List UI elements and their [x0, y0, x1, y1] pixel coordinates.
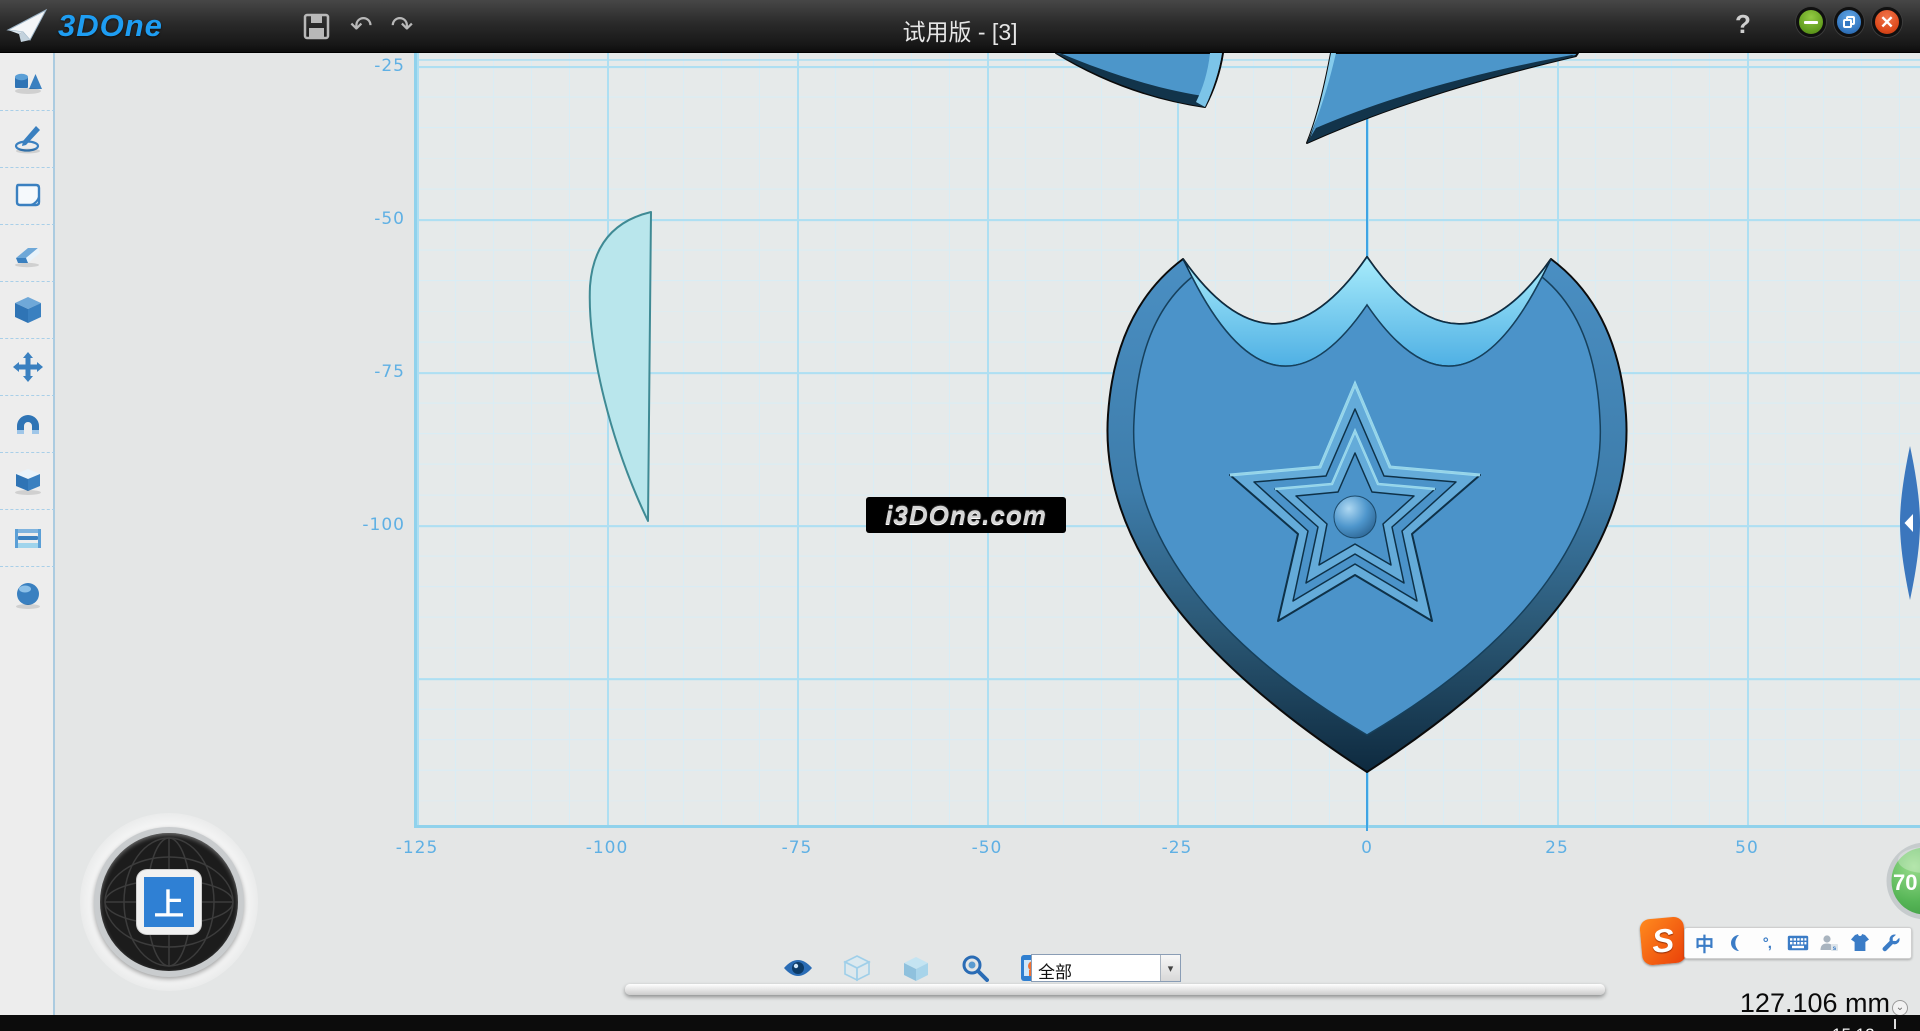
x-axis-label: -75	[757, 838, 837, 858]
close-button[interactable]: ✕	[1872, 7, 1902, 37]
title-bar: 3DOne ↶ ↷ 试用版 - [3] ? ✕	[0, 0, 1920, 53]
ime-punctuation-button[interactable]: °,	[1754, 930, 1780, 956]
x-axis-label: -50	[947, 838, 1027, 858]
surface-sheet-icon	[12, 180, 44, 212]
y-axis-label: -100	[330, 515, 405, 535]
chevron-down-icon[interactable]: ▾	[1160, 955, 1180, 981]
shirt-icon	[1850, 933, 1870, 953]
ime-toolbar: 中 °,	[1684, 927, 1912, 959]
visibility-button[interactable]	[782, 952, 814, 984]
show-desktop-divider[interactable]	[1894, 1019, 1896, 1029]
restore-button[interactable]	[1834, 7, 1864, 37]
window-title: 试用版 - [3]	[810, 13, 1110, 47]
ime-settings-button[interactable]	[1878, 930, 1904, 956]
sidebar-item-feature[interactable]	[0, 281, 55, 338]
ime-fullhalf-moon-button[interactable]	[1723, 930, 1749, 956]
help-button[interactable]: ?	[1735, 9, 1751, 40]
cube-icon	[12, 294, 44, 326]
sidebar-item-sketch[interactable]	[0, 110, 55, 167]
user-icon: s	[1819, 933, 1839, 953]
sidebar-item-basic-solids[interactable]	[0, 53, 55, 110]
tool-sidebar	[0, 53, 55, 1015]
redo-button[interactable]: ↷	[391, 13, 414, 40]
display-dock-bar	[625, 984, 1605, 995]
y-axis-label: -50	[330, 209, 405, 229]
app-name: 3DOne	[58, 8, 163, 44]
display-filter-select[interactable]: 全部 ▾	[1031, 954, 1181, 982]
sidebar-item-move[interactable]	[0, 338, 55, 395]
sidebar-item-assembly[interactable]	[0, 395, 55, 452]
wrench-icon	[1881, 933, 1901, 953]
svg-text:70: 70	[1893, 870, 1917, 895]
sidebar-item-align[interactable]	[0, 509, 55, 566]
sketch-pencil-icon	[12, 123, 44, 155]
basic-solids-icon	[12, 66, 44, 98]
ime-keyboard-button[interactable]	[1785, 930, 1811, 956]
wireframe-cube-icon	[843, 954, 871, 982]
y-axis-label: -25	[330, 56, 405, 76]
shaded-view-button[interactable]	[900, 952, 932, 984]
restore-icon	[1843, 16, 1856, 29]
ime-language-mode-button[interactable]: 中	[1692, 930, 1718, 956]
x-axis-label: -100	[567, 838, 647, 858]
3done-app-window: -25 -50 -75 -100 -125 -100 -75 -50 -25 0…	[0, 0, 1920, 1031]
sogou-s-icon: S	[1650, 921, 1675, 961]
taskbar-clock: 15:12	[1832, 1025, 1875, 1031]
y-axis-label: -75	[330, 362, 405, 382]
sidebar-item-surface[interactable]	[0, 167, 55, 224]
zoom-tool-button[interactable]	[959, 952, 991, 984]
x-axis-label: 25	[1517, 838, 1597, 858]
ime-skin-button[interactable]	[1847, 930, 1873, 956]
sidebar-item-sketch-edit[interactable]	[0, 224, 55, 281]
view-cube[interactable]: 上	[94, 827, 244, 977]
eraser-icon	[12, 237, 44, 269]
x-axis-label: -25	[1137, 838, 1217, 858]
x-axis-label: 0	[1327, 838, 1407, 858]
app-logo: 3DOne	[6, 6, 163, 46]
sidebar-item-combine[interactable]	[0, 452, 55, 509]
wireframe-view-button[interactable]	[841, 952, 873, 984]
align-bars-icon	[12, 522, 44, 554]
view-cube-face[interactable]: 上	[137, 870, 201, 934]
undo-button[interactable]: ↶	[350, 13, 373, 40]
sidebar-item-material[interactable]	[0, 566, 55, 623]
minus-icon	[1804, 21, 1818, 24]
combine-solids-icon	[12, 465, 44, 497]
x-axis-label: 50	[1707, 838, 1787, 858]
y-axis-zero-line	[1366, 53, 1368, 831]
view-cube-face-label: 上	[144, 877, 194, 927]
ime-account-button[interactable]: s	[1816, 930, 1842, 956]
minimize-button[interactable]	[1796, 7, 1826, 37]
magnifier-icon	[961, 954, 989, 982]
x-axis-label: -125	[377, 838, 457, 858]
solid-cube-icon	[902, 954, 930, 982]
close-icon: ✕	[1880, 14, 1894, 31]
material-sphere-icon	[12, 579, 44, 611]
watermark: i3DOne.com	[866, 497, 1066, 533]
move-arrows-icon	[12, 351, 44, 383]
measurement-dropdown-button[interactable]: ⌄	[1892, 1000, 1908, 1016]
magnet-icon	[12, 408, 44, 440]
keyboard-icon	[1787, 935, 1809, 951]
os-taskbar[interactable]: 15:12	[0, 1015, 1920, 1031]
save-button[interactable]	[300, 11, 332, 43]
eye-icon	[782, 957, 814, 979]
paper-plane-icon	[6, 6, 50, 46]
ime-logo[interactable]: S	[1639, 916, 1687, 966]
grid-plane	[414, 53, 1920, 828]
moon-icon	[1726, 933, 1746, 953]
svg-text:s: s	[1833, 945, 1837, 952]
display-filter-value: 全部	[1032, 955, 1160, 981]
